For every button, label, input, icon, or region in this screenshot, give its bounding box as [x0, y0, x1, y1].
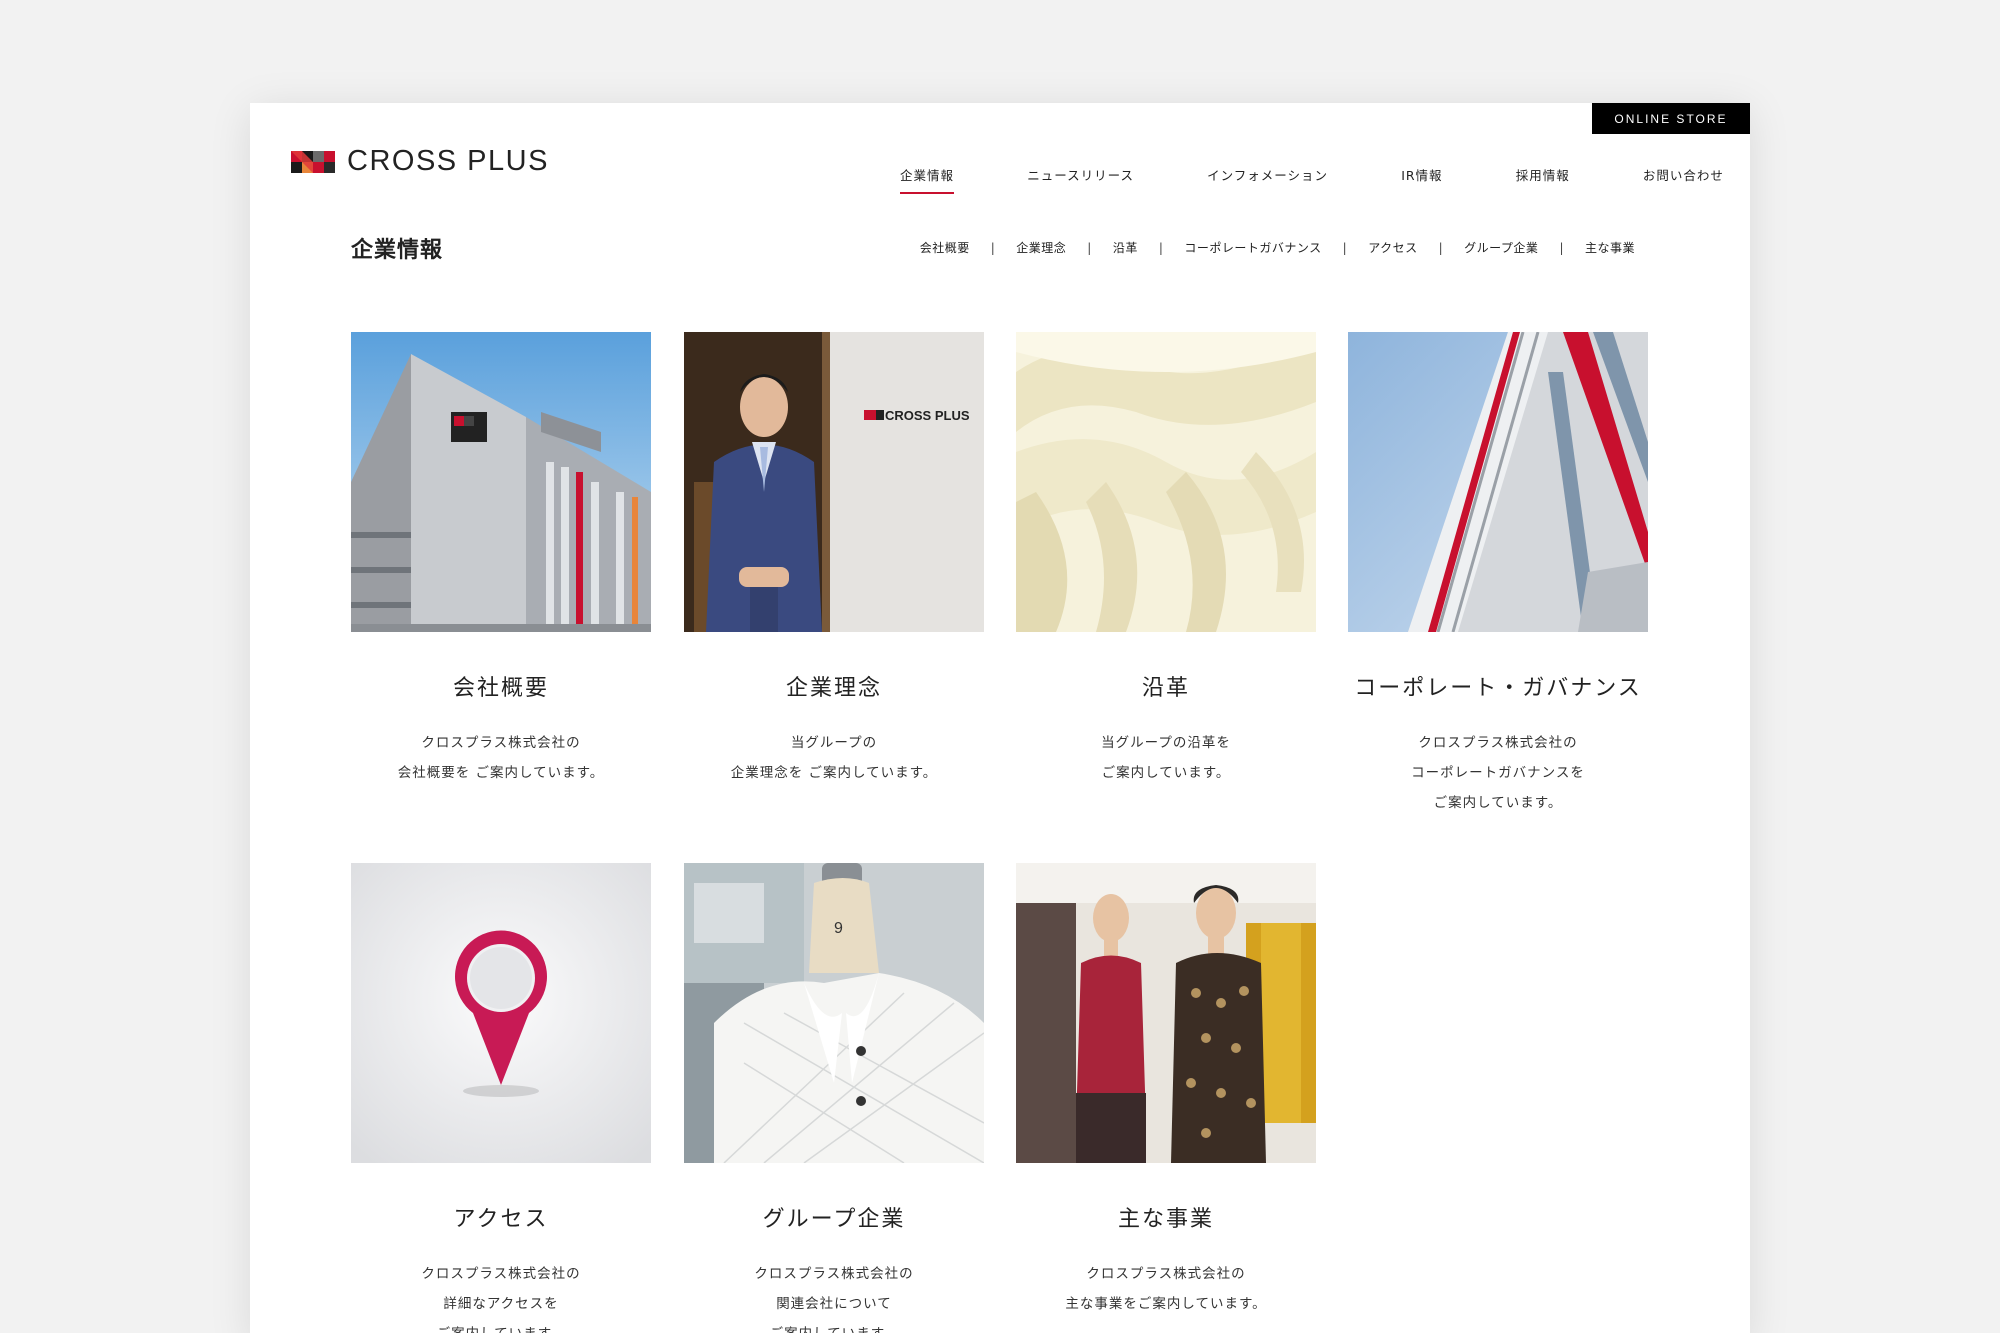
subnav-history[interactable]: 沿革 [1113, 239, 1138, 256]
building-photo [351, 332, 651, 632]
size-label: 9 [834, 920, 843, 937]
page-title: 企業情報 [351, 238, 444, 263]
sub-nav: 会社概要 | 企業理念 | 沿革 | コーポレートガバナンス | アクセス | … [920, 239, 1635, 256]
subnav-company-overview[interactable]: 会社概要 [920, 239, 970, 256]
card-main-business[interactable]: 主な事業 クロスプラス株式会社の 主な事業をご案内しています。 [1016, 863, 1316, 1319]
photo-sign-text: CROSS PLUS [885, 408, 970, 423]
gnav-news-release[interactable]: ニュースリリース [1027, 165, 1134, 194]
tower-photo [1348, 332, 1648, 632]
card-group-companies[interactable]: 9 グループ企業 クロスプラス株式会社の関連会社についてご案内しています。 [684, 863, 984, 1333]
subnav-separator: | [990, 240, 996, 255]
gnav-ir[interactable]: IR情報 [1401, 165, 1442, 194]
card-desc: クロスプラス株式会社の コーポレートガバナンスを ご案内しています。 [1411, 735, 1585, 811]
subnav-governance[interactable]: コーポレートガバナンス [1184, 239, 1321, 256]
online-store-button[interactable]: ONLINE STORE [1592, 103, 1750, 134]
logo-text: CROSS PLUS [347, 145, 549, 177]
card-philosophy[interactable]: CROSS PLUS 企業理念 当グループの 企業理念を ご案内しています。 [684, 332, 984, 788]
card-title: アクセス [453, 1207, 549, 1232]
card-desc: クロスプラス株式会社の詳細なアクセスをご案内しています。 [421, 1266, 581, 1333]
store-mannequins-photo [1016, 863, 1316, 1163]
subnav-group-companies[interactable]: グループ企業 [1464, 239, 1538, 256]
card-title: 会社概要 [452, 676, 549, 701]
subnav-separator: | [1342, 240, 1348, 255]
site-logo[interactable]: CROSS PLUS [291, 145, 549, 178]
gnav-recruit[interactable]: 採用情報 [1516, 165, 1570, 194]
card-title: グループ企業 [762, 1207, 906, 1232]
card-title: 沿革 [1141, 676, 1190, 701]
browser-page: ONLINE STORE CROSS PLUS 企業情報 ニュースリリース イン… [250, 103, 1750, 1333]
cross-plus-logo-icon [291, 150, 335, 173]
card-desc: クロスプラス株式会社の関連会社についてご案内しています。 [754, 1266, 914, 1333]
fabric-photo [1016, 332, 1316, 632]
card-company-overview[interactable]: 会社概要 クロスプラス株式会社の 会社概要を ご案内しています。 [351, 332, 651, 788]
subnav-separator: | [1438, 240, 1444, 255]
card-desc: 当グループの沿革を ご案内しています。 [1101, 735, 1231, 781]
gnav-contact[interactable]: お問い合わせ [1643, 165, 1724, 194]
executive-photo: CROSS PLUS [684, 332, 984, 632]
card-access[interactable]: アクセス クロスプラス株式会社の詳細なアクセスをご案内しています。 [351, 863, 651, 1333]
card-history[interactable]: 沿革 当グループの沿革を ご案内しています。 [1016, 332, 1316, 788]
subnav-philosophy[interactable]: 企業理念 [1016, 239, 1066, 256]
subnav-separator: | [1087, 240, 1092, 255]
mannequin-jacket-photo: 9 [684, 863, 984, 1163]
subnav-access[interactable]: アクセス [1368, 239, 1417, 256]
card-title: コーポレート・ガバナンス [1354, 676, 1642, 701]
card-governance[interactable]: コーポレート・ガバナンス クロスプラス株式会社の コーポレートガバナンスを ご案内し… [1348, 332, 1648, 818]
card-desc: クロスプラス株式会社の 主な事業をご案内しています。 [1065, 1266, 1267, 1312]
card-title: 主な事業 [1117, 1207, 1214, 1232]
card-title: 企業理念 [785, 676, 882, 701]
global-nav: 企業情報 ニュースリリース インフォメーション IR情報 採用情報 お問い合わせ [900, 165, 1724, 194]
subnav-separator: | [1158, 240, 1164, 255]
subnav-main-business[interactable]: 主な事業 [1585, 239, 1635, 256]
card-desc: クロスプラス株式会社の 会社概要を ご案内しています。 [397, 735, 605, 781]
card-desc: 当グループの 企業理念を ご案内しています。 [730, 735, 938, 781]
subnav-separator: | [1559, 240, 1564, 255]
gnav-information[interactable]: インフォメーション [1207, 165, 1328, 194]
gnav-company-info[interactable]: 企業情報 [900, 165, 955, 194]
map-pin-photo [351, 863, 651, 1163]
